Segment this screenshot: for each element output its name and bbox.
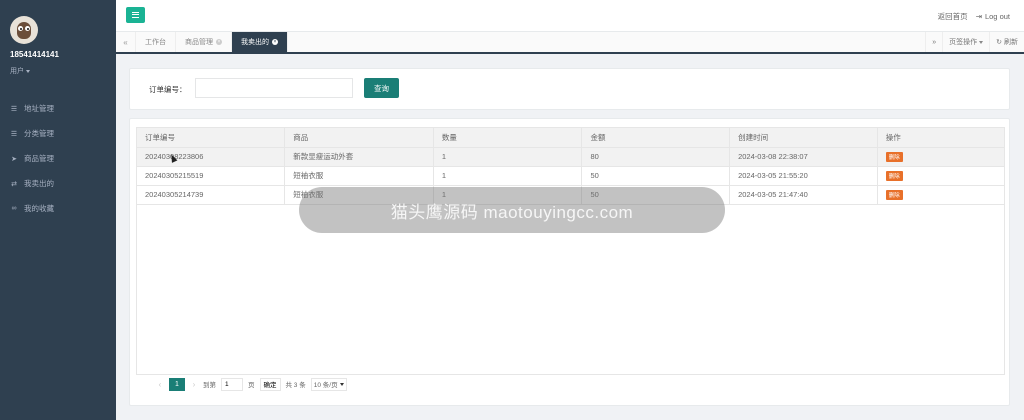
chevron-down-icon [339,382,344,386]
send-icon: ➤ [11,155,17,163]
delete-button[interactable]: 删除 [885,189,903,200]
list-icon: ☰ [10,105,18,113]
tab-product-management[interactable]: 商品管理 × [176,32,232,52]
watermark-overlay: 猫头鹰源码 maotouyingcc.com [299,187,725,233]
double-chevron-right-icon: » [932,38,937,46]
cell-order-no: 20240308223806 [137,147,286,167]
tabs: 工作台 商品管理 × 我卖出的 × [136,32,288,52]
column-header-product[interactable]: 商品 [284,128,434,148]
cell-created: 2024-03-05 21:47:40 [729,185,878,205]
tab-label: 我卖出的 [241,39,269,46]
top-links: 返回首页 ⇥ Log out [938,11,1010,22]
watermark-text: 猫头鹰源码 maotouyingcc.com [390,202,634,222]
tabs-bar: « 工作台 商品管理 × 我卖出的 × » 页签操作 ↻ 刷新 [116,32,1024,54]
cell-amount: 80 [581,147,731,167]
table-panel: 订单编号 商品 数量 金额 创建时间 操作 20240308223806 新款显… [129,118,1010,406]
refresh-label: 刷新 [1004,39,1018,46]
sidebar-item-favorites[interactable]: ∞ 我的收藏 [0,196,116,221]
cell-created: 2024-03-05 21:55:20 [729,166,878,186]
cell-order-no: 20240305215519 [137,166,286,186]
logout-link[interactable]: ⇥ Log out [976,12,1010,21]
link-icon: ∞ [11,205,17,212]
goto-page-input[interactable] [221,377,243,391]
delete-button[interactable]: 删除 [885,170,903,181]
tabs-actions: » 页签操作 ↻ 刷新 [925,32,1024,52]
chevron-left-icon[interactable]: ‹ [156,380,164,389]
sidebar: 18541414141 用户 ☰ 地址管理 ☰ 分类管理 ➤ 商品管理 ⇄ 我卖… [0,0,116,420]
cell-qty: 1 [433,166,583,186]
avatar[interactable] [10,16,38,44]
page-size-select[interactable]: 10 条/页 [310,377,347,391]
sidebar-item-label: 商品管理 [24,154,54,163]
column-header-qty[interactable]: 数量 [433,128,583,148]
column-header-action[interactable]: 操作 [877,128,1004,148]
table-row[interactable]: 20240308223806 新款显瘦运动外套 1 80 2024-03-08 … [137,147,1004,167]
table-header-row: 订单编号 商品 数量 金额 创建时间 操作 [137,128,1004,148]
column-header-amount[interactable]: 金额 [581,128,731,148]
tab-my-sold[interactable]: 我卖出的 × [232,32,288,52]
total-count: 共 3 条 [285,382,306,389]
sidebar-item-label: 分类管理 [24,129,54,138]
order-no-input[interactable] [195,78,353,98]
user-name: 18541414141 [10,50,59,59]
page-ops-label: 页签操作 [949,39,978,46]
chevron-right-icon[interactable]: › [190,380,198,389]
sidebar-item-sold[interactable]: ⇄ 我卖出的 [0,171,116,196]
sidebar-item-label: 我的收藏 [24,204,54,213]
refresh-button[interactable]: ↻ 刷新 [989,32,1024,52]
home-link[interactable]: 返回首页 [938,11,968,22]
cell-product: 短袖衣服 [284,166,434,186]
close-icon[interactable]: × [216,39,222,45]
cell-product: 新款显瘦运动外套 [284,147,434,167]
tab-label: 工作台 [145,39,166,46]
logout-label: Log out [984,12,1010,21]
goto-label: 到第 [203,382,216,389]
column-header-created[interactable]: 创建时间 [729,128,878,148]
page-number-current[interactable]: 1 [169,377,185,391]
cell-action: 删除 [877,166,1004,186]
cell-amount: 50 [581,166,731,186]
search-panel: 订单编号： 查询 [129,68,1010,110]
delete-button[interactable]: 删除 [885,151,903,162]
sidebar-item-label: 地址管理 [24,104,54,113]
caret-down-icon [26,69,30,73]
search-button[interactable]: 查询 [364,78,399,98]
user-role-dropdown[interactable]: 用户 [10,66,30,76]
tabs-scroll-right-button[interactable]: » [925,32,942,52]
cell-qty: 1 [433,147,583,167]
logout-icon: ⇥ [975,12,982,21]
goto-confirm-button[interactable]: 确定 [259,377,281,391]
top-bar: 返回首页 ⇥ Log out [116,0,1024,32]
tab-label: 商品管理 [185,39,213,46]
double-chevron-left-icon: « [123,37,128,47]
sidebar-nav: ☰ 地址管理 ☰ 分类管理 ➤ 商品管理 ⇄ 我卖出的 ∞ 我的收藏 [0,96,116,221]
sidebar-item-products[interactable]: ➤ 商品管理 [0,146,116,171]
tab-workbench[interactable]: 工作台 [136,32,176,52]
user-role-label: 用户 [10,68,24,75]
table-row[interactable]: 20240305215519 短袖衣服 1 50 2024-03-05 21:5… [137,166,1004,186]
tabs-scroll-left-button[interactable]: « [116,32,136,52]
refresh-icon: ↻ [996,39,1002,46]
cell-created: 2024-03-08 22:38:07 [729,147,878,167]
hamburger-icon [132,12,139,18]
cell-action: 删除 [877,147,1004,167]
caret-down-icon [979,40,984,44]
sidebar-item-label: 我卖出的 [24,179,54,188]
page-label: 页 [248,382,255,389]
order-no-label: 订单编号： [149,85,187,94]
close-icon[interactable]: × [272,39,278,45]
pagination: ‹ 1 › 到第 页 确定 共 3 条 10 条/页 [156,377,347,391]
page-size-value: 10 条/页 [313,382,338,389]
exchange-icon: ⇄ [11,180,17,188]
cell-action: 删除 [877,185,1004,205]
menu-toggle-button[interactable] [126,7,145,23]
cell-order-no: 20240305214739 [137,185,286,205]
column-header-order-no[interactable]: 订单编号 [137,128,286,148]
sidebar-item-category[interactable]: ☰ 分类管理 [0,121,116,146]
page-ops-dropdown[interactable]: 页签操作 [942,32,989,52]
list-icon: ☰ [10,130,18,138]
orders-table: 订单编号 商品 数量 金额 创建时间 操作 20240308223806 新款显… [136,127,1005,375]
sidebar-item-address[interactable]: ☰ 地址管理 [0,96,116,121]
